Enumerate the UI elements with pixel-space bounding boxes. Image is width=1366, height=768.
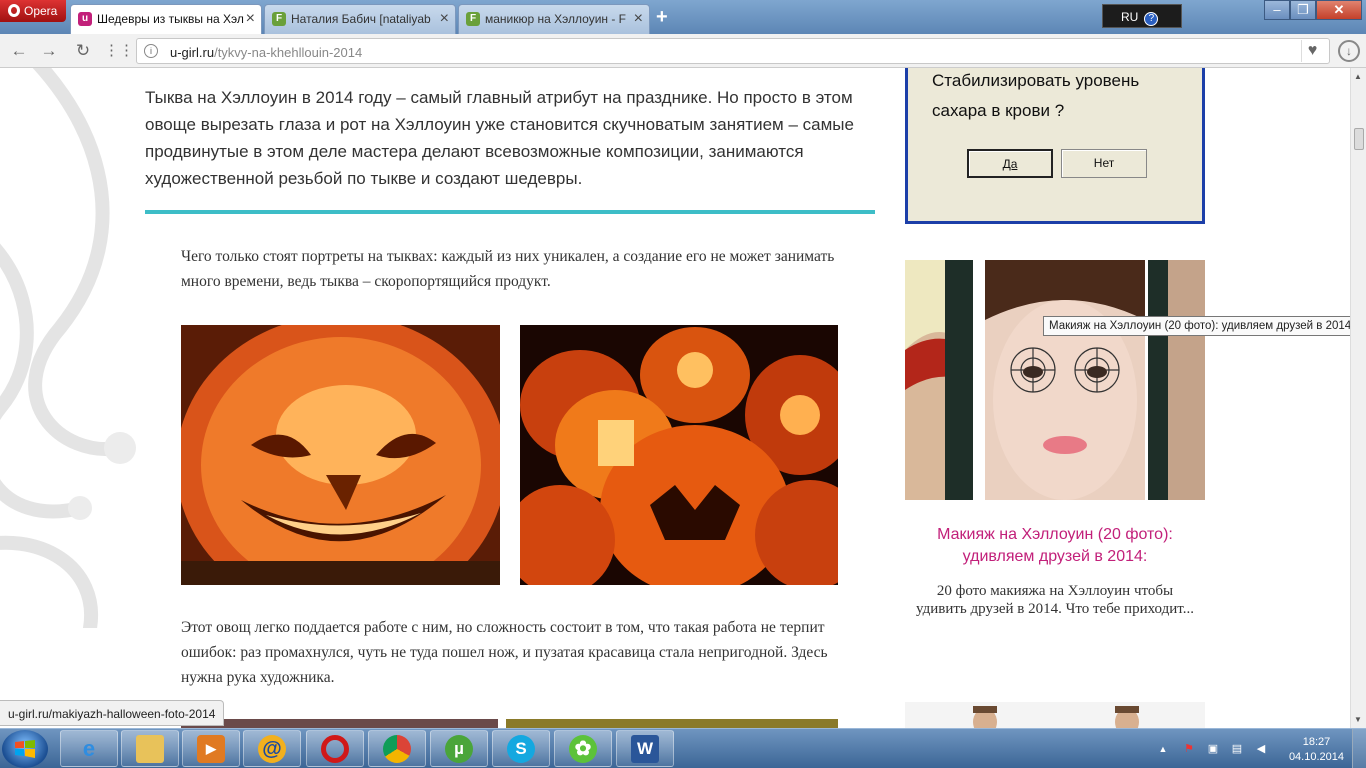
status-url: u-girl.ru/makiyazh-halloween-foto-2014 (0, 700, 225, 726)
close-tab-icon[interactable]: × (634, 10, 643, 28)
scrollbar-thumb[interactable] (1354, 128, 1364, 150)
close-tab-icon[interactable]: × (440, 10, 449, 28)
clock-date: 04.10.2014 (1288, 751, 1344, 763)
tab-strip: Opera u Шедевры из тыквы на Хэл × F Ната… (0, 0, 1366, 34)
start-button[interactable] (2, 730, 48, 768)
speed-dial-grid-icon[interactable]: ⋮⋮⋮ (104, 40, 149, 62)
tab-title: Шедевры из тыквы на Хэл (97, 12, 244, 26)
volume-icon[interactable]: ◀ (1254, 742, 1268, 756)
taskbar-icq[interactable]: ✿ (554, 730, 612, 767)
tab-manicure[interactable]: F маникюр на Хэллоуин - F × (458, 4, 650, 34)
url-text[interactable]: u-girl.ru/tykvy-na-khehllouin-2014 (170, 45, 362, 60)
taskbar-media-player[interactable]: ▶ (182, 730, 240, 767)
halloween-makeup-photo[interactable] (905, 260, 1205, 500)
sidebar-card-title-link[interactable]: Макияж на Хэллоуин (20 фото): удивляем д… (915, 524, 1195, 568)
tab-u-girl[interactable]: u Шедевры из тыквы на Хэл × (70, 4, 262, 34)
windows-taskbar: e ▶ @ µ S ✿ W ▲ ⚑ ▣ ▤ ◀ 18:27 04.10.2014 (0, 728, 1366, 768)
downloads-icon[interactable]: ↓ (1338, 40, 1360, 62)
opera-logo-icon (8, 4, 20, 17)
taskbar-word[interactable]: W (616, 730, 674, 767)
word-icon: W (631, 735, 659, 763)
taskbar-skype[interactable]: S (492, 730, 550, 767)
bookmark-heart-icon[interactable]: ♥ (1301, 40, 1323, 62)
sugar-popup-ad: Стабилизировать уровень сахара в крови ?… (905, 68, 1205, 224)
close-tab-icon[interactable]: × (246, 10, 255, 28)
article-paragraph: Этот овощ легко поддается работе с ним, … (181, 619, 828, 686)
media-player-icon: ▶ (197, 735, 225, 763)
scroll-up-arrow-icon[interactable]: ▲ (1354, 72, 1362, 81)
taskbar-opera[interactable] (306, 730, 364, 767)
taskbar-file-explorer[interactable] (121, 730, 179, 767)
divider (145, 210, 875, 214)
network-icon[interactable]: ▤ (1230, 742, 1244, 756)
tab-title: маникюр на Хэллоуин - F (485, 12, 627, 26)
pumpkins-collection-photo (520, 325, 838, 585)
site-info-icon[interactable]: i (144, 44, 158, 58)
popup-no-button[interactable]: Нет (1061, 149, 1147, 178)
u-girl-favicon-icon: u (78, 12, 92, 26)
new-tab-button[interactable]: + (656, 6, 668, 29)
vertical-scrollbar[interactable]: ▲ ▼ (1350, 68, 1366, 728)
opera-icon (321, 735, 349, 763)
action-center-flag-icon[interactable]: ⚑ (1182, 742, 1196, 756)
article-photo (506, 719, 838, 728)
popup-yes-button[interactable]: Да (967, 149, 1053, 178)
f-favicon-icon: F (466, 12, 480, 26)
icq-flower-icon: ✿ (569, 735, 597, 763)
taskbar-mail-agent[interactable]: @ (243, 730, 301, 767)
clock[interactable]: 18:27 04.10.2014 (1289, 735, 1344, 765)
internet-explorer-icon: e (82, 736, 96, 761)
taskbar-internet-explorer[interactable]: e (60, 730, 118, 767)
article-photo (181, 719, 498, 728)
sidebar-next-card-image[interactable] (905, 702, 1205, 728)
system-tray: ▲ ⚑ ▣ ▤ ◀ 18:27 04.10.2014 (1150, 729, 1366, 768)
tray-expand-icon[interactable]: ▲ (1156, 742, 1170, 756)
windows-logo-icon (15, 740, 35, 758)
tab-title: Наталия Бабич [nataliyab (291, 12, 431, 26)
show-desktop-button[interactable] (1352, 729, 1366, 768)
forward-arrow-icon[interactable]: → (38, 40, 60, 62)
page-viewport: Тыква на Хэллоуин в 2014 году – самый гл… (0, 68, 1350, 728)
maximize-button[interactable]: ❐ (1290, 0, 1316, 20)
mail-agent-icon: @ (258, 735, 286, 763)
navigation-bar: ← → ↻ ⋮⋮⋮ i u-girl.ru/tykvy-na-khehlloui… (0, 34, 1366, 68)
taskbar-chrome[interactable] (368, 730, 426, 767)
minimize-button[interactable]: – (1264, 0, 1290, 20)
device-icon[interactable]: ▣ (1206, 742, 1220, 756)
help-icon[interactable]: ? (1144, 12, 1159, 26)
taskbar-utorrent[interactable]: µ (430, 730, 488, 767)
language-indicator[interactable]: RU? (1102, 4, 1182, 28)
skype-icon: S (507, 735, 535, 763)
address-field[interactable]: i u-girl.ru/tykvy-na-khehllouin-2014 ♥ (136, 38, 1330, 64)
close-window-button[interactable]: ✕ (1316, 0, 1362, 20)
link-tooltip: Макияж на Хэллоуин (20 фото): удивляем д… (1043, 316, 1350, 336)
article-paragraph: Чего только стоят портреты на тыквах: ка… (181, 248, 835, 290)
chrome-icon (383, 735, 411, 763)
popup-question: Стабилизировать уровень сахара в крови ? (932, 71, 1140, 120)
reload-icon[interactable]: ↻ (72, 40, 94, 62)
back-arrow-icon[interactable]: ← (8, 40, 30, 62)
carved-pumpkin-face-photo (181, 325, 500, 585)
article-lead: Тыква на Хэллоуин в 2014 году – самый гл… (145, 88, 854, 188)
tab-natalia[interactable]: F Наталия Бабич [nataliyab × (264, 4, 456, 34)
utorrent-icon: µ (445, 735, 473, 763)
f-favicon-icon: F (272, 12, 286, 26)
opera-menu-button[interactable]: Opera (0, 0, 66, 22)
clock-time: 18:27 (1302, 736, 1331, 748)
folder-icon (136, 735, 164, 763)
sidebar-card-description: 20 фото макияжа на Хэллоуин чтобы удивит… (916, 583, 1194, 617)
scroll-down-arrow-icon[interactable]: ▼ (1354, 715, 1362, 724)
